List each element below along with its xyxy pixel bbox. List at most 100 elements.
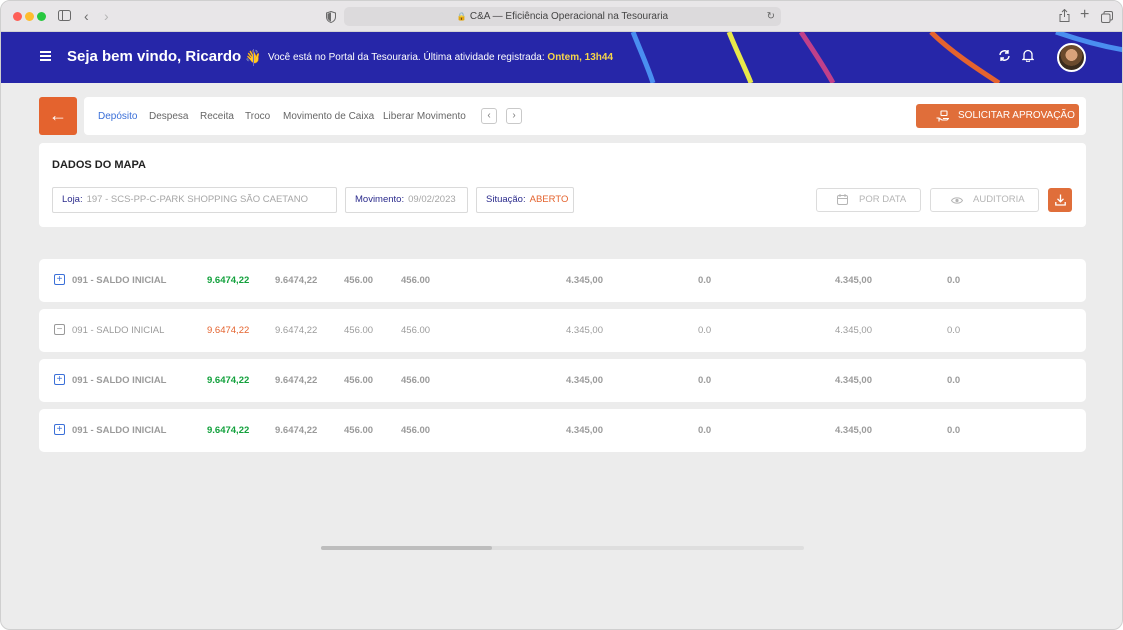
- row-value-6: 0.0: [698, 375, 712, 386]
- app-header: Seja bem vindo, Ricardo👋 Você está no Po…: [1, 32, 1122, 83]
- tab-troco[interactable]: Troco: [245, 111, 270, 122]
- row-amount-secondary: 9.6474,22: [275, 275, 318, 286]
- row-value-6: 0.0: [698, 325, 712, 336]
- expand-icon[interactable]: +: [54, 424, 65, 435]
- close-window-button[interactable]: [13, 12, 22, 21]
- row-name: 091 - SALDO INICIAL: [72, 325, 165, 336]
- minimize-window-button[interactable]: [25, 12, 34, 21]
- tab-overview-icon[interactable]: [1101, 10, 1113, 26]
- row-name: 091 - SALDO INICIAL: [72, 425, 167, 436]
- forward-nav-icon[interactable]: ›: [104, 8, 109, 24]
- movement-label: Movimento:: [355, 194, 405, 205]
- sidebar-toggle-icon[interactable]: [58, 8, 71, 24]
- shield-icon[interactable]: [326, 10, 336, 26]
- download-button[interactable]: [1048, 188, 1072, 212]
- back-button[interactable]: ←: [39, 97, 77, 135]
- row-value-7: 4.345,00: [835, 325, 872, 336]
- portal-status: Você está no Portal da Tesouraria. Últim…: [268, 52, 613, 63]
- row-value-6: 0.0: [698, 425, 712, 436]
- row-value-7: 4.345,00: [835, 425, 872, 436]
- tab-despesa[interactable]: Despesa: [149, 111, 188, 122]
- address-bar-title: C&A — Eficiência Operacional na Tesourar…: [469, 11, 669, 22]
- maximize-window-button[interactable]: [37, 12, 46, 21]
- section-tabs-bar: Depósito Despesa Receita Troco Movimento…: [84, 97, 1086, 135]
- row-value-5: 4.345,00: [566, 275, 603, 286]
- tab-liberar-movimento[interactable]: Liberar Movimento: [383, 111, 466, 122]
- share-icon[interactable]: [1059, 8, 1070, 25]
- map-data-card: DADOS DO MAPA Loja: 197 - SCS-PP-C-PARK S…: [39, 143, 1086, 227]
- row-value-3: 456.00: [344, 275, 374, 286]
- tabs-next-arrow-icon[interactable]: ›: [506, 108, 522, 124]
- collapse-icon[interactable]: −: [54, 324, 65, 335]
- row-value-4: 456.00: [401, 325, 431, 336]
- status-value: ABERTO: [529, 194, 569, 205]
- row-value-8: 0.0: [947, 325, 961, 336]
- row-value-3: 456.00: [344, 425, 374, 436]
- hand-money-icon: [936, 104, 950, 130]
- row-value-4: 456.00: [401, 425, 431, 436]
- reload-icon[interactable]: ↻: [767, 7, 775, 26]
- user-avatar[interactable]: [1057, 43, 1086, 72]
- store-label: Loja:: [62, 194, 83, 205]
- tab-movimento-de-caixa[interactable]: Movimento de Caixa: [283, 111, 374, 122]
- row-value-6: 0.0: [698, 275, 712, 286]
- by-date-label: POR DATA: [859, 194, 907, 205]
- row-value-3: 456.00: [344, 375, 374, 386]
- audit-button[interactable]: AUDITORIA: [930, 188, 1039, 212]
- table-row[interactable]: + 091 - SALDO INICIAL 9.6474,22 9.6474,2…: [39, 259, 1086, 302]
- row-value-4: 456.00: [401, 275, 431, 286]
- menu-icon[interactable]: [40, 51, 51, 61]
- scrollbar-thumb[interactable]: [321, 546, 492, 550]
- header-decoration: [630, 32, 1122, 83]
- row-value-7: 4.345,00: [835, 275, 872, 286]
- back-nav-icon[interactable]: ‹: [84, 8, 89, 24]
- lock-icon: 🔒: [456, 12, 467, 21]
- sync-icon[interactable]: [998, 49, 1011, 65]
- audit-label: AUDITORIA: [973, 194, 1025, 205]
- table-row[interactable]: + 091 - SALDO INICIAL 9.6474,22 9.6474,2…: [39, 409, 1086, 452]
- table-row[interactable]: + 091 - SALDO INICIAL 9.6474,22 9.6474,2…: [39, 359, 1086, 402]
- tabs-prev-arrow-icon[interactable]: ‹: [481, 108, 497, 124]
- expand-icon[interactable]: +: [54, 274, 65, 285]
- tab-deposito[interactable]: Depósito: [98, 111, 137, 122]
- address-bar[interactable]: 🔒 C&A — Eficiência Operacional na Tesoura…: [344, 7, 781, 26]
- row-value-5: 4.345,00: [566, 375, 603, 386]
- calendar-icon: [837, 189, 848, 213]
- map-data-title: DADOS DO MAPA: [52, 159, 146, 171]
- row-value-4: 456.00: [401, 375, 431, 386]
- row-name: 091 - SALDO INICIAL: [72, 275, 167, 286]
- row-amount-primary: 9.6474,22: [207, 275, 250, 286]
- last-activity: Ontem, 13h44: [547, 52, 614, 63]
- table-row[interactable]: − 091 - SALDO INICIAL 9.6474,22 9.6474,2…: [39, 309, 1086, 352]
- bell-icon[interactable]: [1021, 49, 1035, 65]
- status-field[interactable]: Situação: ABERTO: [476, 187, 574, 213]
- browser-toolbar: ‹ › 🔒 C&A — Eficiência Operacional na Tes…: [1, 1, 1122, 32]
- horizontal-scrollbar[interactable]: [321, 546, 804, 550]
- row-value-5: 4.345,00: [566, 325, 603, 336]
- expand-icon[interactable]: +: [54, 374, 65, 385]
- movement-value: 09/02/2023: [408, 194, 456, 205]
- row-value-3: 456.00: [344, 325, 374, 336]
- row-value-8: 0.0: [947, 375, 961, 386]
- header-divider: [253, 49, 254, 66]
- row-amount-primary: 9.6474,22: [207, 325, 250, 336]
- welcome-text: Seja bem vindo, Ricardo: [67, 48, 242, 65]
- tab-receita[interactable]: Receita: [200, 111, 234, 122]
- row-amount-primary: 9.6474,22: [207, 425, 250, 436]
- row-name: 091 - SALDO INICIAL: [72, 375, 167, 386]
- row-amount-secondary: 9.6474,22: [275, 325, 318, 336]
- movement-date-field[interactable]: Movimento: 09/02/2023: [345, 187, 468, 213]
- new-tab-icon[interactable]: +: [1080, 7, 1089, 23]
- download-icon: [1054, 194, 1066, 206]
- by-date-button[interactable]: POR DATA: [816, 188, 921, 212]
- eye-icon: [950, 189, 964, 213]
- row-value-7: 4.345,00: [835, 375, 872, 386]
- row-amount-secondary: 9.6474,22: [275, 375, 318, 386]
- request-approval-button[interactable]: SOLICITAR APROVAÇÃO: [916, 104, 1079, 128]
- browser-window: ‹ › 🔒 C&A — Eficiência Operacional na Tes…: [0, 0, 1123, 630]
- status-label: Situação:: [486, 194, 526, 205]
- portal-status-text: Você está no Portal da Tesouraria. Últim…: [268, 52, 545, 63]
- store-value: 197 - SCS-PP-C-PARK SHOPPING SÃO CAETANO: [86, 194, 308, 205]
- welcome-title: Seja bem vindo, Ricardo👋: [67, 48, 261, 65]
- store-field[interactable]: Loja: 197 - SCS-PP-C-PARK SHOPPING SÃO CA…: [52, 187, 337, 213]
